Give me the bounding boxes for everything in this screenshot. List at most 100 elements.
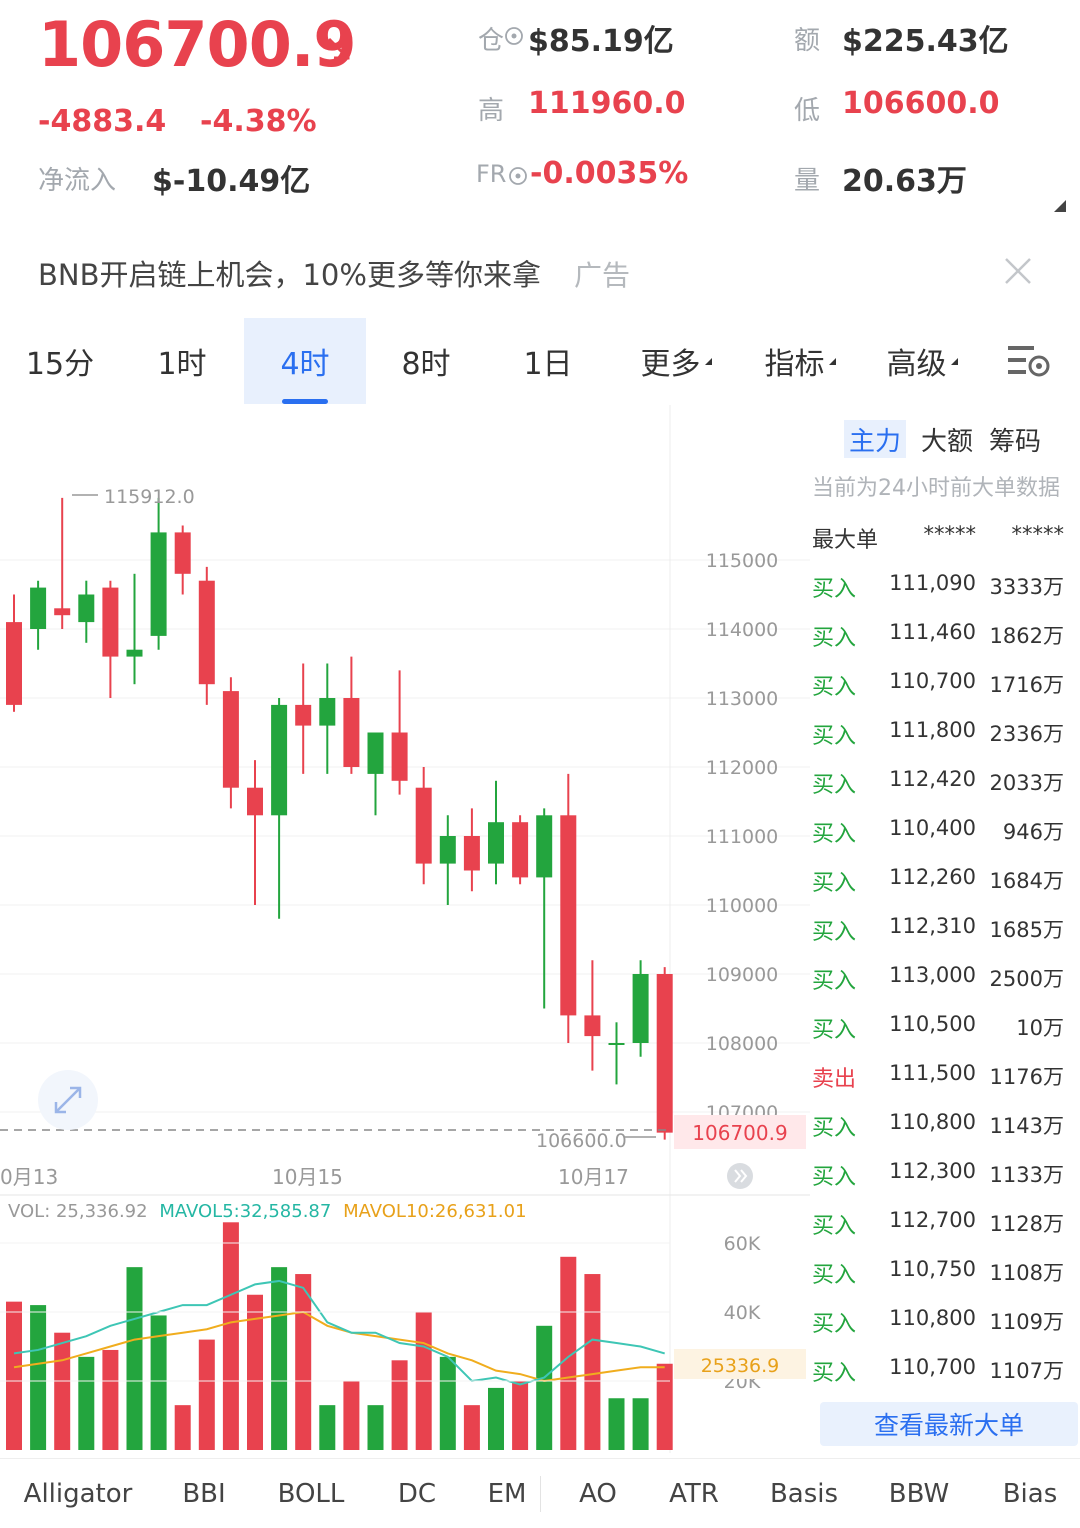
- scroll-latest-icon[interactable]: [727, 1163, 753, 1189]
- tab-4h[interactable]: 4时: [244, 318, 366, 404]
- order-price: 110,800: [889, 1306, 976, 1330]
- order-type: 买入: [812, 1116, 857, 1141]
- order-price: 110,400: [889, 816, 976, 840]
- open-interest-label: 仓: [478, 26, 505, 56]
- amount-label: 额: [794, 26, 821, 56]
- y-tick-label: 110000: [706, 895, 779, 917]
- candle-body: [343, 698, 360, 767]
- indicator-bbw[interactable]: BBW: [878, 1474, 960, 1514]
- volume-bar: [174, 1405, 191, 1450]
- candle-body: [656, 974, 673, 1133]
- netflow-label: 净流入: [38, 166, 117, 196]
- volume-bar: [271, 1267, 288, 1450]
- indicator-basis[interactable]: Basis: [762, 1474, 846, 1514]
- expand-corner-icon[interactable]: [1054, 200, 1066, 212]
- volume-bar: [126, 1267, 143, 1450]
- order-price: 110,750: [889, 1257, 976, 1281]
- candle-body: [608, 1043, 625, 1045]
- y-tick-label: 111000: [706, 826, 779, 848]
- tab-more[interactable]: 更多: [616, 318, 736, 404]
- order-amount: 1143万: [989, 1114, 1064, 1138]
- order-price: 111,090: [889, 571, 976, 595]
- chart-settings-icon[interactable]: [1006, 342, 1052, 380]
- y-tick-label: 108000: [706, 1033, 779, 1055]
- order-type: 买入: [812, 1018, 857, 1043]
- candle-body: [6, 622, 22, 705]
- info-icon[interactable]: [508, 166, 528, 186]
- candlestick-chart[interactable]: 115000 114000 113000 112000 111000 110000 1090…: [0, 405, 810, 1457]
- candle-body: [198, 580, 215, 685]
- y-tick-label: 112000: [706, 757, 779, 779]
- info-icon[interactable]: [504, 26, 524, 46]
- tab-main-force[interactable]: 主力: [844, 420, 906, 458]
- volume-bar: [343, 1381, 360, 1450]
- fullscreen-icon[interactable]: [38, 1070, 98, 1130]
- order-type: 买入: [812, 1361, 857, 1386]
- order-type: 买入: [812, 626, 857, 651]
- tab-15m[interactable]: 15分: [0, 318, 120, 404]
- order-price: 110,800: [889, 1110, 976, 1134]
- candle-body: [150, 532, 167, 636]
- indicator-bias[interactable]: Bias: [996, 1474, 1064, 1514]
- volume-legend: VOL: 25,336.92 MAVOL5:32,585.87 MAVOL10:…: [8, 1201, 527, 1222]
- volume-bar: [30, 1305, 47, 1450]
- tab-1h[interactable]: 1时: [122, 318, 242, 404]
- volume-bar: [656, 1363, 673, 1450]
- volume-bar: [78, 1356, 95, 1450]
- order-amount: 2033万: [989, 771, 1064, 795]
- order-amount: 1685万: [989, 918, 1064, 942]
- panel-note: 当前为24小时前大单数据: [812, 476, 1060, 501]
- volume-tick-label: 60K: [724, 1233, 761, 1255]
- indicator-boll[interactable]: BOLL: [266, 1474, 356, 1514]
- tab-8h[interactable]: 8时: [366, 318, 486, 404]
- tab-chips[interactable]: 筹码: [984, 420, 1046, 458]
- candle-body: [271, 704, 288, 816]
- indicator-alligator[interactable]: Alligator: [14, 1474, 142, 1514]
- mavol5-value: MAVOL5:32,585.87: [159, 1201, 331, 1222]
- order-price: 111,460: [889, 620, 976, 644]
- order-amount: 946万: [1002, 820, 1064, 844]
- indicator-dc[interactable]: DC: [382, 1474, 452, 1514]
- indicator-ao[interactable]: AO: [562, 1474, 634, 1514]
- volume-bar: [198, 1339, 215, 1450]
- order-amount: 10万: [1016, 1016, 1064, 1040]
- candle-body: [488, 822, 504, 864]
- order-price: 112,300: [889, 1159, 976, 1183]
- ad-banner-text[interactable]: BNB开启链上机会，10%更多等你来拿: [38, 252, 541, 294]
- order-type: 买入: [812, 920, 857, 945]
- tab-1d[interactable]: 1日: [488, 318, 608, 404]
- candle-body: [584, 1015, 601, 1037]
- candle-body: [102, 587, 119, 657]
- volume-bar: [319, 1405, 336, 1450]
- order-type: 买入: [812, 577, 857, 602]
- dropdown-icon: [704, 357, 712, 365]
- tab-large-amount[interactable]: 大额: [916, 420, 978, 458]
- y-tick-label: 114000: [706, 619, 779, 641]
- volume-bar: [295, 1274, 312, 1450]
- order-amount: 3333万: [989, 575, 1064, 599]
- order-type: 买入: [812, 773, 857, 798]
- indicator-atr[interactable]: ATR: [656, 1474, 732, 1514]
- indicator-em[interactable]: EM: [474, 1474, 540, 1514]
- indicator-bbi[interactable]: BBI: [164, 1474, 244, 1514]
- close-icon[interactable]: [1003, 256, 1033, 286]
- tab-advanced[interactable]: 高级: [862, 318, 982, 404]
- low-marker-label: 106600.0: [536, 1130, 627, 1152]
- candle-body: [30, 587, 47, 629]
- y-tick-label: 115000: [706, 550, 779, 572]
- order-amount: 1133万: [989, 1163, 1064, 1187]
- tab-indicators[interactable]: 指标: [740, 318, 860, 404]
- volume-bar: [463, 1405, 480, 1450]
- price-axis: 115000 114000 113000 112000 111000 110000 1090…: [706, 550, 779, 1124]
- candle-body: [126, 649, 143, 657]
- volume-label: 量: [794, 166, 821, 196]
- candle-body: [319, 698, 336, 726]
- funding-rate-label: FR: [476, 160, 507, 188]
- volume-tick-label: 40K: [724, 1302, 761, 1324]
- volume-bar: [512, 1381, 529, 1450]
- view-latest-orders-button[interactable]: 查看最新大单: [820, 1402, 1078, 1446]
- candle-body: [463, 836, 480, 871]
- mavol10-value: MAVOL10:26,631.01: [343, 1201, 526, 1222]
- orders-header-price: *****: [923, 522, 977, 546]
- price-change: -4883.4: [38, 104, 167, 139]
